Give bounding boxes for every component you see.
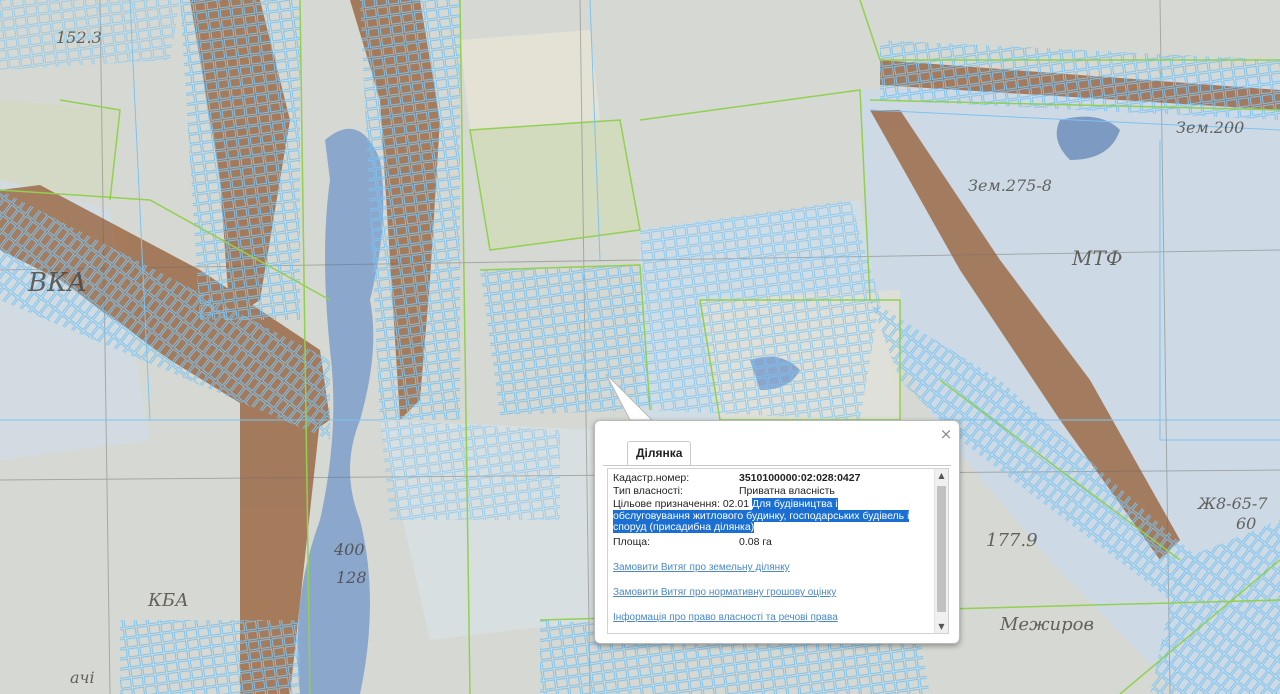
map-label: Зем.275-8 (968, 176, 1052, 195)
order-valuation-extract-link[interactable]: Замовити Витяг про нормативну грошову оц… (613, 587, 836, 598)
order-land-extract-link[interactable]: Замовити Витяг про земельну ділянку (613, 562, 790, 573)
purpose-text: Цільове призначення: 02.01 Для будівницт… (613, 498, 913, 534)
cadastral-label: Кадастр.номер: (613, 472, 690, 484)
ownership-label: Тип власності: (613, 485, 683, 497)
scrollbar[interactable]: ▲ ▼ (934, 469, 948, 633)
purpose-label: Цільове призначення: (613, 498, 720, 510)
scroll-up-icon[interactable]: ▲ (935, 469, 948, 482)
map-label: 60 (1236, 514, 1257, 533)
area-row: Площа: 0.08 га (613, 536, 928, 549)
map-label: 152.3 (56, 28, 102, 47)
ownership-value: Приватна власність (739, 485, 835, 497)
parcel-details-panel[interactable]: Кадастр.номер: 3510100000:02:028:0427 Ти… (607, 468, 949, 634)
tab-divider (603, 465, 951, 466)
area-label: Площа: (613, 536, 651, 548)
close-icon[interactable]: × (939, 427, 953, 442)
ownership-row: Тип власності: Приватна власність (613, 485, 928, 498)
purpose-row: Цільове призначення: 02.01 Для будівницт… (613, 498, 928, 535)
map-label: КБА (148, 590, 189, 611)
map-label: Ж8-65-7 (1198, 494, 1268, 513)
ownership-info-link[interactable]: Інформація про право власності та речові… (613, 612, 838, 623)
cadastral-row: Кадастр.номер: 3510100000:02:028:0427 (613, 472, 928, 485)
map-label: ВКА (28, 268, 87, 298)
map-label: 177.9 (986, 530, 1038, 551)
popup-pointer (605, 373, 654, 421)
map-label: 128 (336, 568, 367, 587)
map-label: Межиров (1000, 614, 1094, 635)
map-label: МТФ (1072, 246, 1123, 270)
tab-parcel[interactable]: Ділянка (627, 441, 692, 465)
scrollbar-thumb[interactable] (937, 486, 946, 612)
map-label: Зем.200 (1176, 118, 1245, 137)
purpose-code: 02.01 (722, 498, 750, 510)
cadastral-number[interactable]: 3510100000:02:028:0427 (739, 472, 860, 485)
parcel-info-popup: × Ділянка Кадастр.номер: 3510100000:02:0… (594, 420, 960, 644)
scroll-down-icon[interactable]: ▼ (935, 620, 948, 633)
map-label: ачі (70, 668, 95, 687)
area-value: 0.08 га (739, 536, 772, 548)
map-label: 400 (334, 540, 365, 559)
